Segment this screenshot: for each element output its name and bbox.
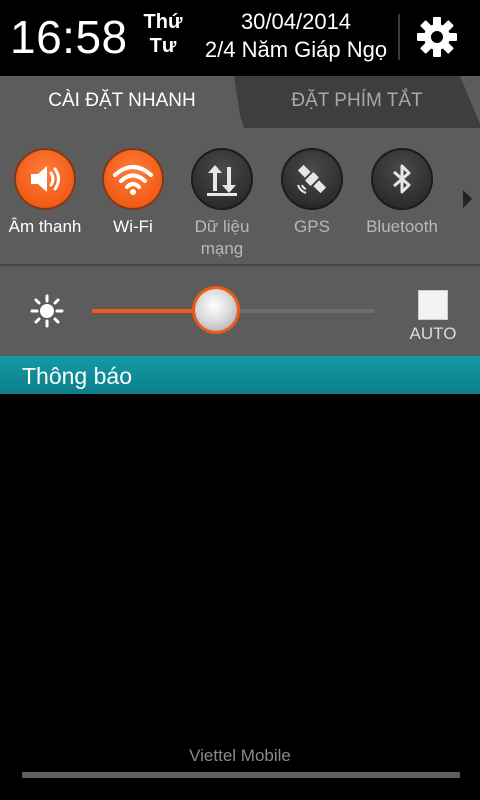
wifi-icon xyxy=(113,165,153,195)
toggle-sound[interactable]: Âm thanh xyxy=(0,136,90,238)
toggle-bluetooth[interactable]: Bluetooth xyxy=(357,136,447,238)
lunar-date: 2/4 Năm Giáp Ngọ xyxy=(204,37,388,62)
toggle-mobile-data-label-line1: Dữ liệu xyxy=(194,217,250,236)
tab-shortcuts[interactable]: ĐẶT PHÍM TẮT xyxy=(234,76,480,128)
bluetooth-icon xyxy=(393,164,411,194)
toggle-bluetooth-label: Bluetooth xyxy=(366,217,438,236)
tab-quick-settings[interactable]: CÀI ĐẶT NHANH xyxy=(0,76,244,128)
carrier-label: Viettel Mobile xyxy=(189,746,291,765)
mobile-data-icon xyxy=(207,165,237,196)
auto-brightness-checkbox[interactable] xyxy=(418,290,448,320)
brightness-slider-thumb[interactable] xyxy=(195,289,238,331)
auto-brightness-label: AUTO xyxy=(409,324,457,343)
toggle-mobile-data[interactable]: Dữ liệu mạng xyxy=(177,136,267,260)
brightness-row: AUTO xyxy=(0,266,480,356)
scroll-right-arrow-icon[interactable] xyxy=(463,190,472,208)
clock-time: 16:58 xyxy=(10,11,128,63)
toggle-bluetooth-circle xyxy=(371,148,433,210)
solar-date: 30/04/2014 xyxy=(240,9,352,34)
toggle-row: Âm thanh Wi-Fi Dữ liệu mạng GPS Bluetoot… xyxy=(0,136,480,262)
toggle-wifi[interactable]: Wi-Fi xyxy=(88,136,178,238)
header-divider xyxy=(398,14,400,60)
status-header: 16:58 Thứ Tư 30/04/2014 2/4 Năm Giáp Ngọ xyxy=(0,0,480,76)
drag-handle[interactable] xyxy=(22,772,460,778)
quick-settings-panel: ĐẶT PHÍM TẮT CÀI ĐẶT NHANH Âm thanh Wi-F… xyxy=(0,76,480,356)
toggle-mobile-data-label: Dữ liệu mạng xyxy=(177,216,267,260)
satellite-icon xyxy=(297,164,327,194)
toggle-wifi-label: Wi-Fi xyxy=(113,217,153,236)
weekday-line1: Thứ xyxy=(143,11,183,33)
toggle-sound-label: Âm thanh xyxy=(8,217,82,236)
toggle-gps-circle xyxy=(281,148,343,210)
toggle-sound-circle xyxy=(14,148,76,210)
panel-tabs: ĐẶT PHÍM TẮT CÀI ĐẶT NHANH xyxy=(0,76,480,128)
toggle-wifi-circle xyxy=(102,148,164,210)
gear-icon xyxy=(417,17,457,57)
toggle-mobile-data-label-line2: mạng xyxy=(200,239,244,258)
weekday: Thứ Tư xyxy=(141,10,185,58)
settings-button[interactable] xyxy=(414,14,460,60)
speaker-icon xyxy=(31,166,60,192)
sun-icon xyxy=(30,294,64,328)
weekday-line2: Tư xyxy=(149,35,177,57)
toggle-gps[interactable]: GPS xyxy=(267,136,357,238)
notifications-header: Thông báo xyxy=(0,356,480,394)
toggle-gps-label: GPS xyxy=(294,217,330,236)
toggle-mobile-data-circle xyxy=(191,148,253,210)
date-block: 30/04/2014 2/4 Năm Giáp Ngọ xyxy=(192,8,400,64)
notifications-title: Thông báo xyxy=(22,363,132,389)
